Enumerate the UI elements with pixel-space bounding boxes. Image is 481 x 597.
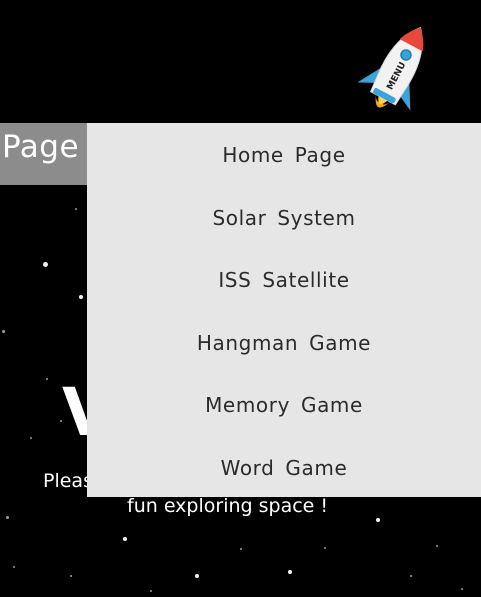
star: [46, 378, 48, 380]
star: [376, 518, 380, 522]
star: [30, 437, 32, 439]
star: [79, 295, 83, 299]
star: [288, 570, 292, 574]
star: [195, 574, 199, 578]
star: [13, 566, 15, 568]
menu-item-home-page[interactable]: Home Page: [87, 131, 481, 179]
menu-item-iss-satellite[interactable]: ISS Satellite: [87, 256, 481, 304]
star: [75, 208, 77, 210]
star: [410, 575, 412, 577]
star: [123, 537, 127, 541]
star: [6, 516, 9, 519]
app-screen: V Pleas fun exploring space ! Page: [0, 0, 481, 597]
intro-text-line-1: Pleas: [43, 470, 93, 492]
menu-item-hangman-game[interactable]: Hangman Game: [87, 319, 481, 367]
star: [150, 590, 152, 592]
star: [43, 262, 48, 267]
menu-item-solar-system[interactable]: Solar System: [87, 194, 481, 242]
menu-toggle-button[interactable]: MENU: [356, 18, 440, 120]
intro-text-line-2: fun exploring space !: [127, 495, 329, 517]
menu-item-word-game[interactable]: Word Game: [87, 444, 481, 492]
nav-menu: Home Page Solar System ISS Satellite Han…: [87, 123, 481, 497]
star: [324, 547, 326, 549]
star: [240, 548, 242, 550]
menu-item-memory-game[interactable]: Memory Game: [87, 381, 481, 429]
star: [70, 575, 72, 577]
star: [436, 545, 438, 547]
rocket-icon: MENU: [357, 26, 424, 111]
star: [461, 588, 463, 590]
page-title: Page: [2, 129, 80, 165]
star: [2, 330, 5, 333]
